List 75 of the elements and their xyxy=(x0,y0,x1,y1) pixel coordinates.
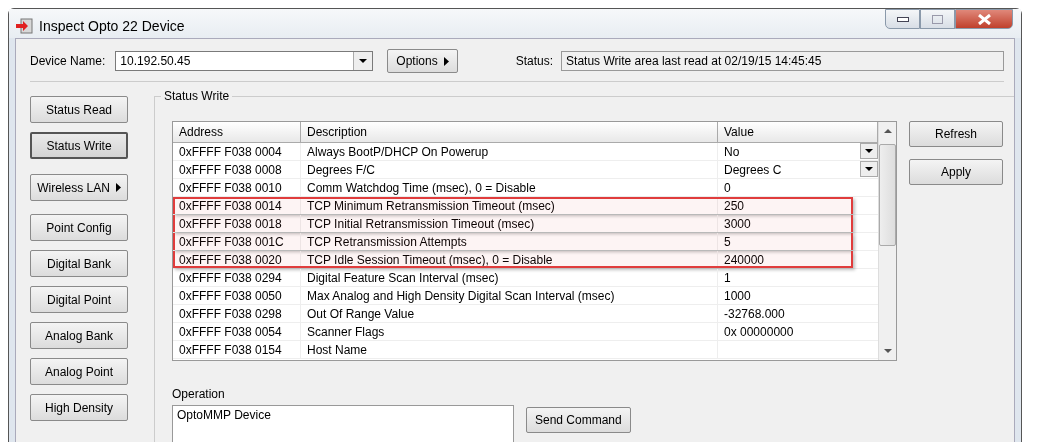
dropdown-arrow-icon xyxy=(359,59,368,63)
value-dropdown-button[interactable] xyxy=(860,161,878,177)
table-cell: Comm Watchdog Time (msec), 0 = Disable xyxy=(301,179,718,196)
table-cell[interactable]: Degrees C xyxy=(718,161,782,178)
status-label: Status: xyxy=(515,54,554,68)
maximize-icon xyxy=(932,14,943,24)
table-cell: Degrees F/C xyxy=(301,161,718,178)
table-cell[interactable]: 0x 00000000 xyxy=(718,323,794,340)
column-header[interactable]: Address xyxy=(173,122,301,142)
nav-button[interactable]: Analog Bank xyxy=(30,322,128,349)
window-title: Inspect Opto 22 Device xyxy=(39,18,185,34)
value-dropdown-button[interactable] xyxy=(860,143,878,159)
table-cell: Host Name xyxy=(301,341,718,358)
operation-list[interactable]: OptoMMP Device xyxy=(172,405,514,442)
table-cell: 0xFFFF F038 0004 xyxy=(173,143,301,160)
table-cell: Digital Feature Scan Interval (msec) xyxy=(301,269,718,286)
table-cell: 0xFFFF F038 0050 xyxy=(173,287,301,304)
scrollbar[interactable] xyxy=(878,122,896,360)
submenu-arrow-icon xyxy=(115,183,121,192)
nav-button[interactable]: Digital Point xyxy=(30,286,128,313)
minimize-icon xyxy=(896,16,909,22)
send-command-button[interactable]: Send Command xyxy=(526,407,631,433)
dropdown-arrow-icon xyxy=(865,149,873,153)
table-cell[interactable]: -32768.000 xyxy=(718,305,785,322)
table-cell: 0xFFFF F038 0008 xyxy=(173,161,301,178)
table-cell: TCP Initial Retransmission Timeout (msec) xyxy=(301,215,718,232)
scroll-down-icon[interactable] xyxy=(883,349,892,353)
app-icon xyxy=(15,18,33,34)
table-cell: 0xFFFF F038 0014 xyxy=(173,197,301,214)
table-cell: 0xFFFF F038 0018 xyxy=(173,215,301,232)
nav-button[interactable]: Status Write xyxy=(30,132,128,159)
nav-button[interactable]: High Density xyxy=(30,394,128,421)
table-cell: Scanner Flags xyxy=(301,323,718,340)
table-cell: Always BootP/DHCP On Powerup xyxy=(301,143,718,160)
table-cell[interactable]: No xyxy=(718,143,740,160)
status-field: Status Write area last read at 02/19/15 14:45:45 xyxy=(561,51,1004,71)
table-cell: TCP Minimum Retransmission Timeout (msec) xyxy=(301,197,718,214)
scroll-up-icon[interactable] xyxy=(883,129,892,133)
table-cell: 0xFFFF F038 0020 xyxy=(173,251,301,268)
table-cell: Max Analog and High Density Digital Scan Interval (msec) xyxy=(301,287,718,304)
options-button[interactable]: Options xyxy=(387,49,458,73)
table-cell[interactable]: 250 xyxy=(718,197,745,214)
table-cell: 0xFFFF F038 0294 xyxy=(173,269,301,286)
table-cell[interactable]: 5 xyxy=(718,233,731,250)
table-cell[interactable]: 1 xyxy=(718,269,731,286)
table-cell: 0xFFFF F038 0298 xyxy=(173,305,301,322)
table-cell: Out Of Range Value xyxy=(301,305,718,322)
device-name-label: Device Name: xyxy=(30,54,106,68)
table-cell: 0xFFFF F038 001C xyxy=(173,233,301,250)
list-item[interactable]: OptoMMP Device xyxy=(177,408,509,422)
close-button[interactable] xyxy=(955,9,1013,29)
device-name-combo[interactable]: 10.192.50.45 xyxy=(115,51,374,71)
dropdown-arrow-icon xyxy=(865,167,873,171)
nav-button[interactable]: Status Read xyxy=(30,96,128,123)
side-button[interactable]: Apply xyxy=(909,159,1003,185)
submenu-arrow-icon xyxy=(443,56,449,66)
nav-button[interactable]: Digital Bank xyxy=(30,250,128,277)
table-cell: 0xFFFF F038 0154 xyxy=(173,341,301,358)
table-cell: 0xFFFF F038 0054 xyxy=(173,323,301,340)
nav-button[interactable]: Point Config xyxy=(30,214,128,241)
table-cell[interactable]: 240000 xyxy=(718,251,765,268)
table-cell[interactable]: 1000 xyxy=(718,287,751,304)
group-title: Status Write xyxy=(161,89,233,103)
operation-label: Operation xyxy=(172,387,226,401)
table-cell: TCP Retransmission Attempts xyxy=(301,233,718,250)
table-cell[interactable]: 0 xyxy=(718,179,731,196)
table-cell: 0xFFFF F038 0010 xyxy=(173,179,301,196)
nav-button[interactable]: Wireless LAN xyxy=(30,174,128,201)
close-icon xyxy=(977,13,991,25)
column-header[interactable]: Description xyxy=(301,122,718,142)
minimize-button[interactable] xyxy=(885,9,920,29)
side-button[interactable]: Refresh xyxy=(909,121,1003,147)
table-cell: TCP Idle Session Timeout (msec), 0 = Disable xyxy=(301,251,718,268)
table-cell[interactable]: 3000 xyxy=(718,215,751,232)
nav-button[interactable]: Analog Point xyxy=(30,358,128,385)
